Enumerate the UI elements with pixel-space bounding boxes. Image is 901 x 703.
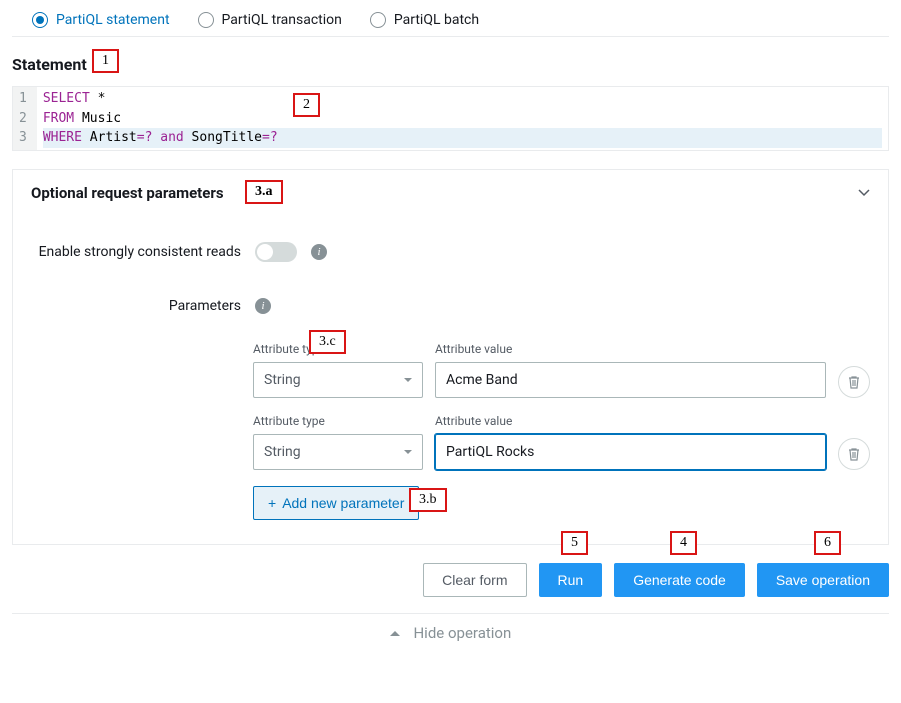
attribute-value-input[interactable] xyxy=(435,434,826,470)
footer-buttons: 5 4 6 Clear form Run Generate code Save … xyxy=(12,545,889,607)
attribute-value-label: Attribute value xyxy=(435,342,826,356)
strongly-consistent-toggle[interactable] xyxy=(255,242,297,262)
radio-icon xyxy=(32,12,48,28)
run-button[interactable]: Run xyxy=(539,563,603,597)
info-icon[interactable]: i xyxy=(255,298,271,314)
tab-row: PartiQL statement PartiQL transaction Pa… xyxy=(12,0,889,37)
caret-up-icon xyxy=(390,631,400,636)
tab-partiql-transaction[interactable]: PartiQL transaction xyxy=(198,12,342,28)
delete-parameter-button[interactable] xyxy=(838,438,870,470)
parameter-row: Attribute type String Attribute value xyxy=(253,414,870,470)
attribute-value-label: Attribute value xyxy=(435,414,826,428)
info-icon[interactable]: i xyxy=(311,244,327,260)
parameter-row: Attribute type String Attribute value xyxy=(253,342,870,398)
attribute-type-label: Attribute type xyxy=(253,342,423,356)
attribute-type-label: Attribute type xyxy=(253,414,423,428)
page-root: PartiQL statement PartiQL transaction Pa… xyxy=(0,0,901,652)
caret-down-icon xyxy=(404,378,412,382)
optional-panel: Optional request parameters 3.a Enable s… xyxy=(12,169,889,545)
strongly-consistent-label: Enable strongly consistent reads xyxy=(31,244,241,260)
clear-form-button[interactable]: Clear form xyxy=(423,563,526,597)
optional-panel-header[interactable]: Optional request parameters 3.a xyxy=(13,170,888,216)
radio-icon xyxy=(370,12,386,28)
attribute-value-input[interactable] xyxy=(435,362,826,398)
code-lines: SELECT *FROM MusicWHERE Artist=? and Son… xyxy=(37,87,888,150)
optional-panel-body: Enable strongly consistent reads i Param… xyxy=(13,216,888,544)
optional-panel-title: Optional request parameters xyxy=(31,184,224,202)
delete-parameter-button[interactable] xyxy=(838,366,870,398)
tab-partiql-batch[interactable]: PartiQL batch xyxy=(370,12,479,28)
add-parameter-button[interactable]: + Add new parameter xyxy=(253,486,419,520)
code-editor[interactable]: 1 2 3 SELECT *FROM MusicWHERE Artist=? a… xyxy=(12,86,889,151)
attribute-type-select[interactable]: String xyxy=(253,362,423,398)
annotation-3a: 3.a xyxy=(245,180,283,204)
tab-partiql-statement[interactable]: PartiQL statement xyxy=(32,12,170,28)
parameters-label: Parameters xyxy=(31,298,241,314)
tab-label: PartiQL batch xyxy=(394,12,479,28)
generate-code-button[interactable]: Generate code xyxy=(614,563,745,597)
attribute-type-select[interactable]: String xyxy=(253,434,423,470)
statement-heading: Statement xyxy=(12,55,889,74)
code-gutter: 1 2 3 xyxy=(13,87,37,150)
chevron-down-icon xyxy=(858,189,870,197)
caret-down-icon xyxy=(404,450,412,454)
tab-label: PartiQL statement xyxy=(56,12,170,28)
hide-operation-bar[interactable]: Hide operation xyxy=(12,613,889,652)
radio-icon xyxy=(198,12,214,28)
save-operation-button[interactable]: Save operation xyxy=(757,563,889,597)
parameters-block: 3.c Attribute type String Attribute valu… xyxy=(13,342,888,520)
tab-label: PartiQL transaction xyxy=(222,12,342,28)
plus-icon: + xyxy=(268,495,276,511)
